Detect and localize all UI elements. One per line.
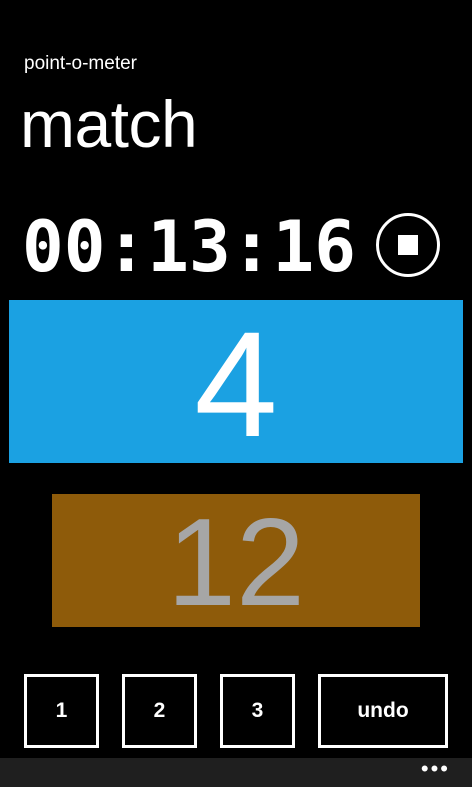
home-score-value: 4 bbox=[194, 299, 278, 468]
stop-timer-button[interactable] bbox=[376, 213, 440, 277]
home-score-panel[interactable]: 4 bbox=[9, 300, 463, 463]
app-title: point-o-meter bbox=[24, 53, 137, 74]
add-1-point-button[interactable]: 1 bbox=[24, 674, 99, 748]
match-timer: 00:13:16 bbox=[22, 211, 356, 281]
page-title: match bbox=[20, 87, 198, 161]
app-bar: ••• bbox=[0, 758, 472, 787]
add-2-points-button[interactable]: 2 bbox=[122, 674, 197, 748]
away-score-value: 12 bbox=[167, 493, 305, 632]
timer-text: 00:13:16 bbox=[22, 211, 356, 281]
add-3-points-button[interactable]: 3 bbox=[220, 674, 295, 748]
stop-icon bbox=[398, 235, 418, 255]
undo-button[interactable]: undo bbox=[318, 674, 448, 748]
away-score-panel[interactable]: 12 bbox=[52, 494, 420, 627]
ellipsis-icon[interactable]: ••• bbox=[421, 758, 450, 780]
